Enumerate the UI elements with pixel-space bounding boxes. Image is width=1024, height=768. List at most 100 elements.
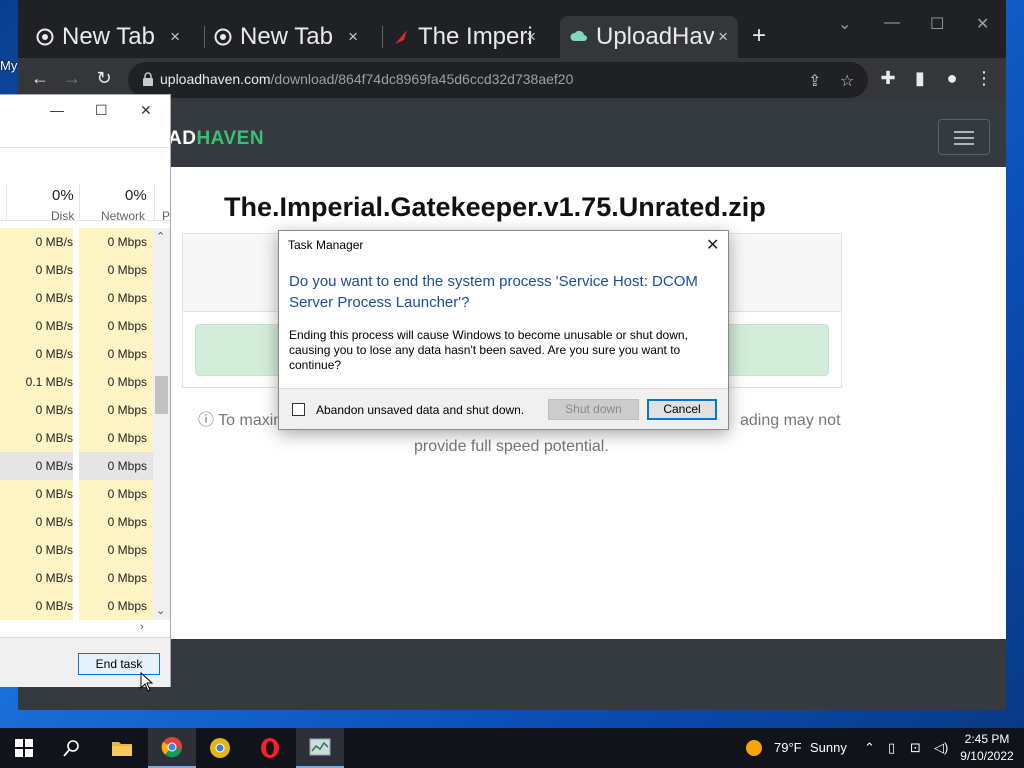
table-row-selected[interactable]: 0 MB/s 0 Mbps [0, 452, 153, 480]
close-icon[interactable]: × [348, 27, 358, 47]
chevron-up-icon[interactable]: ⌃ [864, 740, 875, 756]
url-path: /download/864f74dc8969fa45d6ccd32d738aef… [270, 71, 574, 87]
url-host: uploadhaven.com [160, 71, 271, 87]
opera-button[interactable] [246, 728, 294, 768]
disk-column-header[interactable]: Disk [51, 209, 74, 223]
share-icon[interactable]: ⇪ [808, 71, 821, 91]
tab-new-tab-1[interactable]: New Tab × [26, 16, 190, 58]
table-row[interactable]: 0 MB/s 0 Mbps [0, 396, 153, 424]
table-row[interactable]: 0 MB/s 0 Mbps [0, 228, 153, 256]
back-icon[interactable]: ← [28, 68, 52, 89]
tab-title: UploadHav [596, 23, 714, 50]
bookmark-star-icon[interactable]: ☆ [840, 71, 854, 91]
task-manager-taskbar-button[interactable] [296, 728, 344, 768]
site-logo[interactable]: ADHAVEN [168, 128, 264, 150]
hamburger-menu-button[interactable] [938, 119, 990, 155]
tray-device-icon[interactable]: ▯ [888, 740, 895, 756]
profile-icon[interactable]: ● [940, 68, 964, 89]
tab-title: The Imperi [418, 23, 533, 50]
search-button[interactable] [48, 728, 96, 768]
end-process-dialog: Task Manager ✕ Do you want to end the sy… [278, 230, 729, 430]
scroll-up-icon[interactable]: ⌃ [156, 230, 165, 243]
tab-new-tab-2[interactable]: New Tab × [204, 16, 368, 58]
new-tab-button[interactable]: + [752, 22, 766, 50]
table-row[interactable]: 0 MB/s 0 Mbps [0, 312, 153, 340]
file-title: The.Imperial.Gatekeeper.v1.75.Unrated.zi… [224, 192, 766, 222]
tab-search-icon[interactable]: ⌄ [838, 14, 851, 34]
logo-part-a: AD [168, 128, 197, 149]
chrome-icon [161, 737, 182, 758]
table-row[interactable]: 0 MB/s 0 Mbps [0, 284, 153, 312]
system-clock[interactable]: 2:45 PM 9/10/2022 [958, 731, 1016, 765]
tab-imperial[interactable]: The Imperi × [382, 16, 546, 58]
tab-title: New Tab [62, 23, 155, 50]
shut-down-button[interactable]: Shut down [548, 399, 639, 420]
menu-icon[interactable]: ⋮ [972, 68, 996, 89]
scroll-down-icon[interactable]: ⌄ [156, 604, 165, 617]
extensions-icon[interactable]: ✚ [876, 68, 900, 89]
logo-part-b: HAVEN [196, 128, 265, 149]
info-line-1: ⓘ To maxim [198, 412, 287, 429]
close-icon[interactable]: ✕ [706, 235, 719, 255]
close-icon[interactable]: × [526, 27, 536, 47]
minimize-icon[interactable]: — [50, 102, 64, 118]
table-row[interactable]: 0 MB/s 0 Mbps [0, 340, 153, 368]
abandon-data-label[interactable]: Abandon unsaved data and shut down. [316, 403, 524, 417]
chrome-icon [36, 28, 54, 46]
weather-temp[interactable]: 79°F [774, 740, 802, 755]
reload-icon[interactable]: ↻ [92, 68, 116, 89]
weather-sun-icon[interactable] [745, 739, 763, 760]
vertical-scrollbar[interactable]: ⌃ ⌄ [153, 228, 170, 620]
task-manager-icon [309, 738, 331, 756]
mouse-cursor-icon [140, 672, 154, 692]
volume-icon[interactable]: ◁) [934, 740, 948, 756]
tab-title: New Tab [240, 23, 333, 50]
abandon-data-checkbox[interactable] [292, 403, 305, 416]
tab-strip: New Tab × New Tab × The Imperi × UploadH… [18, 0, 1006, 58]
close-icon[interactable]: × [170, 27, 180, 47]
taskbar: 79°F Sunny ⌃ ▯ ⊡ ◁) 2:45 PM 9/10/2022 [0, 728, 1024, 768]
process-list: 0 MB/s 0 Mbps 0 MB/s 0 Mbps 0 MB/s 0 Mbps 0… [0, 228, 153, 620]
divider [0, 147, 170, 148]
cancel-button[interactable]: Cancel [647, 399, 717, 420]
chrome-icon [214, 28, 232, 46]
table-row[interactable]: 0 MB/s 0 Mbps [0, 480, 153, 508]
table-row[interactable]: 0 MB/s 0 Mbps [0, 536, 153, 564]
side-panel-icon[interactable]: ▮ [908, 68, 932, 89]
minimize-button[interactable]: — [884, 14, 900, 32]
dialog-footer: Abandon unsaved data and shut down. Shut… [279, 388, 728, 429]
close-window-button[interactable]: ✕ [976, 14, 989, 34]
table-row[interactable]: 0.1 MB/s 0 Mbps [0, 368, 153, 396]
info-line-2: provide full speed potential. [414, 438, 609, 455]
horizontal-scrollbar[interactable]: › [0, 621, 153, 635]
column-headers: 0% Disk 0% Network P [0, 183, 170, 223]
dialog-body: Ending this process will cause Windows t… [289, 328, 688, 372]
maximize-button[interactable]: ☐ [930, 14, 944, 34]
address-bar[interactable]: uploadhaven.com/download/864f74dc8969fa4… [128, 62, 868, 98]
table-row[interactable]: 0 MB/s 0 Mbps [0, 564, 153, 592]
task-manager-window: — ☐ ✕ 0% Disk 0% Network P 0 MB/s 0 Mbps … [0, 94, 171, 687]
close-icon[interactable]: ✕ [140, 102, 152, 119]
scroll-right-icon[interactable]: › [140, 621, 144, 633]
lock-icon [143, 72, 153, 86]
maximize-icon[interactable]: ☐ [95, 102, 108, 119]
table-row[interactable]: 0 MB/s 0 Mbps [0, 424, 153, 452]
scroll-thumb[interactable] [155, 376, 168, 414]
table-row[interactable]: 0 MB/s 0 Mbps [0, 508, 153, 536]
clock-time: 2:45 PM [964, 732, 1010, 746]
extra-column-header[interactable]: P [162, 209, 170, 223]
close-icon[interactable]: × [718, 27, 728, 47]
network-column-header[interactable]: Network [101, 209, 145, 223]
search-icon [63, 740, 79, 757]
tab-uploadhaven[interactable]: UploadHav × [560, 16, 738, 58]
network-icon[interactable]: ⊡ [910, 740, 921, 756]
table-row[interactable]: 0 MB/s 0 Mbps [0, 256, 153, 284]
desktop-icon-label[interactable]: My [0, 58, 17, 73]
start-button[interactable] [0, 728, 48, 768]
weather-desc[interactable]: Sunny [810, 740, 847, 755]
chrome-canary-button[interactable] [196, 728, 244, 768]
file-explorer-button[interactable] [98, 728, 146, 768]
table-row[interactable]: 0 MB/s 0 Mbps [0, 592, 153, 620]
chrome-taskbar-button[interactable] [148, 728, 196, 768]
forward-icon[interactable]: → [60, 68, 84, 89]
